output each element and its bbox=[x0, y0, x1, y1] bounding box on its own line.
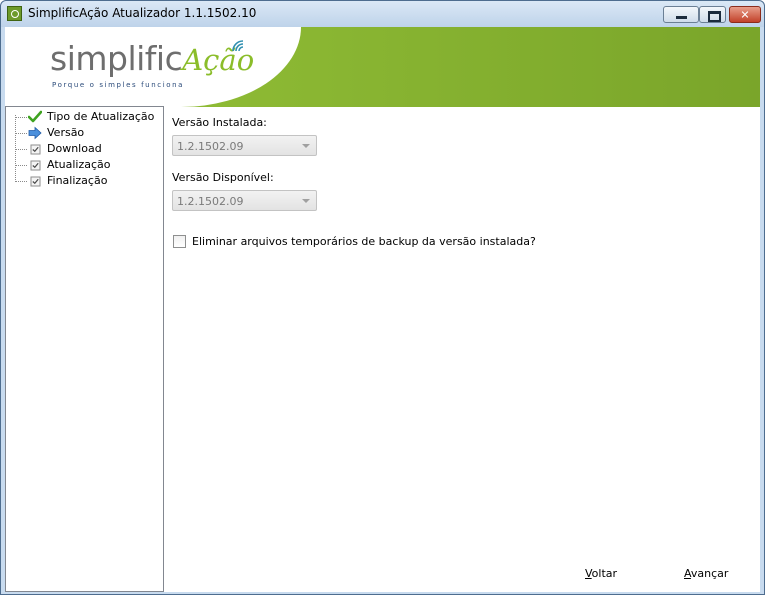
version-step-panel: Versão Instalada: 1.2.1502.09 Versão Dis… bbox=[165, 106, 760, 592]
logo: simplificAção Porque o simples funciona bbox=[50, 39, 254, 89]
next-button-label: vançar bbox=[690, 567, 729, 580]
installed-version-label: Versão Instalada: bbox=[172, 116, 267, 129]
close-icon: ✕ bbox=[740, 8, 750, 21]
app-window: SimplificAção Atualizador 1.1.1502.10 ✕ … bbox=[0, 0, 765, 595]
back-button-accesskey: V bbox=[585, 567, 592, 580]
step-item-atualizacao[interactable]: Atualização bbox=[6, 157, 163, 173]
blue-arrow-icon bbox=[28, 126, 42, 140]
client-area: simplificAção Porque o simples funciona … bbox=[5, 27, 760, 592]
cleanup-backup-label[interactable]: Eliminar arquivos temporários de backup … bbox=[192, 235, 536, 248]
available-version-select[interactable]: 1.2.1502.09 bbox=[172, 190, 317, 211]
back-button-label: oltar bbox=[591, 567, 618, 580]
cleanup-backup-checkbox[interactable] bbox=[173, 235, 186, 248]
step-label: Atualização bbox=[47, 158, 111, 171]
tree-branch bbox=[15, 181, 27, 182]
close-button[interactable]: ✕ bbox=[729, 6, 761, 23]
available-version-label: Versão Disponível: bbox=[172, 171, 274, 184]
available-version-value: 1.2.1502.09 bbox=[177, 195, 244, 208]
step-item-versao[interactable]: Versão bbox=[6, 125, 163, 141]
logo-text: simplific bbox=[50, 39, 183, 78]
maximize-icon bbox=[708, 11, 721, 22]
minimize-button[interactable] bbox=[663, 6, 699, 23]
installed-version-select[interactable]: 1.2.1502.09 bbox=[172, 135, 317, 156]
logo-tagline: Porque o simples funciona bbox=[52, 81, 185, 89]
checkbox-icon bbox=[28, 142, 42, 156]
step-item-tipo[interactable]: Tipo de Atualização bbox=[6, 109, 163, 125]
step-label: Tipo de Atualização bbox=[47, 110, 155, 123]
window-title: SimplificAção Atualizador 1.1.1502.10 bbox=[28, 6, 257, 20]
chevron-down-icon bbox=[302, 199, 310, 203]
minimize-icon bbox=[676, 16, 687, 19]
tree-branch bbox=[15, 117, 27, 118]
header-banner: simplificAção Porque o simples funciona bbox=[5, 27, 760, 107]
green-check-icon bbox=[27, 110, 43, 124]
step-label: Download bbox=[47, 142, 102, 155]
back-button[interactable]: Voltar bbox=[585, 567, 617, 580]
checkbox-icon bbox=[28, 174, 42, 188]
step-label: Finalização bbox=[47, 174, 108, 187]
step-label: Versão bbox=[47, 126, 85, 139]
step-item-finalizacao[interactable]: Finalização bbox=[6, 173, 163, 189]
installed-version-value: 1.2.1502.09 bbox=[177, 140, 244, 153]
checkbox-icon bbox=[28, 158, 42, 172]
tree-branch bbox=[15, 165, 27, 166]
tree-branch bbox=[15, 133, 27, 134]
tree-branch bbox=[15, 149, 27, 150]
next-button-accesskey: A bbox=[684, 567, 691, 580]
signal-icon bbox=[232, 40, 244, 52]
chevron-down-icon bbox=[302, 144, 310, 148]
maximize-button[interactable] bbox=[699, 6, 726, 23]
steps-tree: Tipo de Atualização Versão Download Atua… bbox=[5, 106, 164, 592]
next-button[interactable]: Avançar bbox=[684, 567, 728, 580]
app-icon[interactable] bbox=[7, 6, 22, 21]
step-item-download[interactable]: Download bbox=[6, 141, 163, 157]
title-bar[interactable]: SimplificAção Atualizador 1.1.1502.10 ✕ bbox=[1, 1, 764, 27]
